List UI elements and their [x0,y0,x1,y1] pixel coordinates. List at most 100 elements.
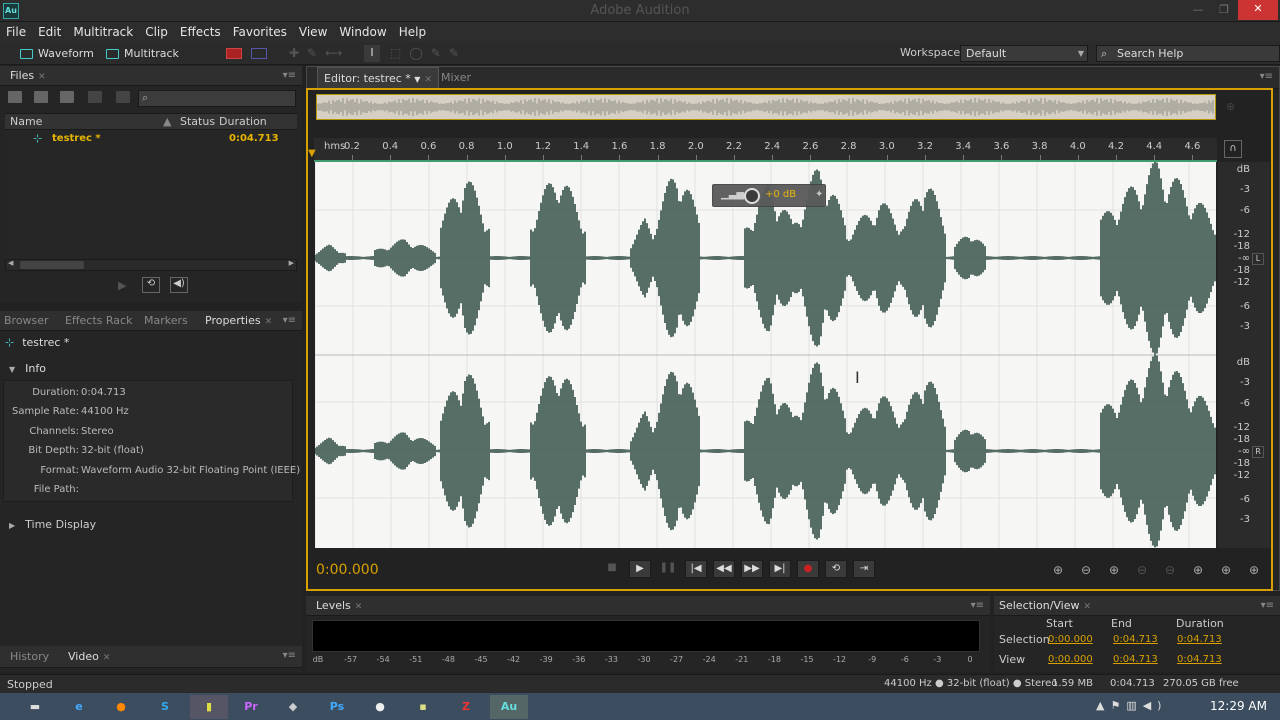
zoom-out-point-icon[interactable]: ⊕ [1249,563,1259,577]
overview-navigator[interactable] [316,94,1216,120]
workspace-select[interactable]: Default ▼ [960,45,1088,62]
file-explorer-icon[interactable]: ▬ [16,695,54,719]
notes-icon[interactable]: ▪ [404,695,442,719]
chevron-down-icon[interactable]: ▼ [414,75,420,84]
auto-play-icon[interactable]: ◀) [170,277,188,293]
open-folder-icon[interactable] [8,91,22,103]
fast-forward-button[interactable]: ▶▶ [741,560,763,578]
filezilla-icon[interactable]: Z [447,695,485,719]
tab-mixer[interactable]: Mixer [441,67,471,89]
view-duration[interactable]: 0:04.713 [1177,654,1222,665]
clock[interactable]: 12:29 AM [1210,699,1267,713]
tab-video[interactable]: Video ✕ [68,646,110,669]
view-end[interactable]: 0:04.713 [1113,654,1158,665]
files-search-input[interactable]: ⌕ [138,90,296,107]
zoom-in-amplitude-icon[interactable]: ⊕ [1053,563,1063,577]
scroll-right-icon[interactable]: ▶ [289,259,294,267]
headphones-icon[interactable]: ∩ [1224,140,1242,158]
play-button[interactable]: ▶ [629,560,651,578]
tab-history[interactable]: History [10,646,49,668]
menu-view[interactable]: View [293,22,333,42]
new-file-icon[interactable] [60,91,74,103]
list-item[interactable]: ⊹ testrec * 0:04.713 [5,130,297,148]
minimize-button[interactable]: — [1184,1,1212,19]
selection-duration[interactable]: 0:04.713 [1177,634,1222,645]
loop-icon[interactable]: ⟲ [142,277,160,293]
tab-levels[interactable]: Levels ✕ [316,596,362,617]
scrollbar-thumb[interactable] [20,261,84,269]
pause-button[interactable]: ❚❚ [657,560,679,578]
zoom-in-time-icon[interactable]: ⊕ [1109,563,1119,577]
close-button[interactable]: ✕ [1238,0,1278,20]
zoom-selection-icon[interactable]: ⊕ [1193,563,1203,577]
close-tab-icon[interactable]: ✕ [265,317,273,327]
previous-button[interactable]: |◀ [685,560,707,578]
horizontal-scrollbar[interactable]: ◀ ▶ [5,259,297,271]
record-button[interactable]: ● [797,560,819,578]
chat-icon[interactable]: ● [361,695,399,719]
zoom-out-amplitude-icon[interactable]: ⊖ [1081,563,1091,577]
menu-file[interactable]: File [0,22,32,42]
panel-menu-icon[interactable]: ▾≡ [283,650,296,661]
zoom-in-point-icon[interactable]: ⊕ [1221,563,1231,577]
scroll-left-icon[interactable]: ◀ [8,259,13,267]
menu-multitrack[interactable]: Multitrack [67,22,139,42]
channel-right-toggle[interactable]: R [1252,446,1264,458]
tab-selection-view[interactable]: Selection/View ✕ [999,596,1091,617]
waveform-display[interactable]: ▁▃▅ +0 dB ✦ I [315,162,1216,548]
app-pinned-icon[interactable]: ▮ [190,695,228,719]
menu-favorites[interactable]: Favorites [227,22,293,42]
time-display-section[interactable]: ▶ Time Display [5,515,96,536]
selection-end[interactable]: 0:04.713 [1113,634,1158,645]
panel-menu-icon[interactable]: ▾≡ [283,70,296,81]
menu-edit[interactable]: Edit [32,22,67,42]
tab-files[interactable]: Files ✕ [10,66,46,87]
time-ruler[interactable]: hms ▼ 0.2 0.4 0.6 0.8 1.0 1.2 1.4 1.6 1.8 2.0 2.2 2… [308,138,1217,162]
close-tab-icon[interactable]: ✕ [38,72,46,82]
stop-button[interactable]: ■ [601,560,623,578]
skip-selection-button[interactable]: ⇥ [853,560,875,578]
tab-properties[interactable]: Properties ✕ [205,311,272,332]
spectral-pitch-icon[interactable] [251,48,267,59]
internet-explorer-icon[interactable]: e [60,695,98,719]
close-tab-icon[interactable]: ✕ [103,653,111,663]
import-icon[interactable] [34,91,48,103]
tab-browser[interactable]: Browser [4,311,49,331]
next-button[interactable]: ▶| [769,560,791,578]
panel-menu-icon[interactable]: ▾≡ [1260,71,1273,82]
audition-taskbar-icon[interactable]: Au [490,695,528,719]
panel-menu-icon[interactable]: ▾≡ [283,315,296,326]
waveform-view-button[interactable]: Waveform [16,45,94,63]
skype-icon[interactable]: S [146,695,184,719]
col-duration[interactable]: Duration [219,114,267,130]
close-tab-icon[interactable]: ✕ [355,602,363,612]
playhead-icon[interactable]: ▼ [308,148,316,159]
time-selection-tool-icon[interactable]: I [364,45,380,62]
view-start[interactable]: 0:00.000 [1048,654,1093,665]
tab-effects-rack[interactable]: Effects Rack [65,311,132,331]
close-tab-icon[interactable]: ✕ [424,75,432,85]
premiere-icon[interactable]: Pr [232,695,270,719]
maximize-button[interactable]: ❐ [1210,1,1238,19]
system-tray-icon[interactable]: ▲⚑▥◀) [1096,699,1167,712]
panel-menu-icon[interactable]: ▾≡ [971,600,984,611]
pin-icon[interactable]: ✦ [815,189,823,200]
tab-markers[interactable]: Markers [144,311,188,331]
spectral-frequency-icon[interactable] [226,48,242,59]
info-header[interactable]: ▼ Info [5,359,297,379]
multitrack-view-button[interactable]: Multitrack [102,45,179,63]
app-icon[interactable]: ◆ [274,695,312,719]
channel-left-toggle[interactable]: L [1252,253,1264,265]
menu-effects[interactable]: Effects [174,22,227,42]
firefox-icon[interactable]: ● [102,695,140,719]
rewind-button[interactable]: ◀◀ [713,560,735,578]
menu-clip[interactable]: Clip [139,22,174,42]
loop-button[interactable]: ⟲ [825,560,847,578]
menu-help[interactable]: Help [393,22,432,42]
menu-window[interactable]: Window [333,22,392,42]
volume-knob[interactable] [744,188,760,204]
photoshop-icon[interactable]: Ps [318,695,356,719]
panel-menu-icon[interactable]: ▾≡ [1261,600,1274,611]
volume-hud[interactable]: ▁▃▅ +0 dB ✦ [712,184,826,207]
col-name[interactable]: Name [10,114,42,130]
